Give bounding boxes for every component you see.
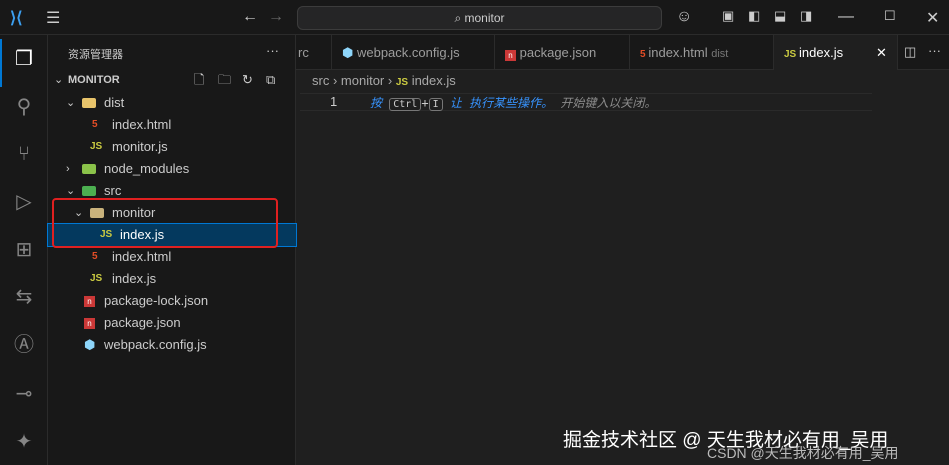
tree-file[interactable]: n package-lock.json bbox=[48, 290, 296, 312]
tab-index-html[interactable]: 5 index.html dist bbox=[630, 35, 774, 70]
npm-icon: n bbox=[84, 318, 95, 329]
tab[interactable]: rc bbox=[296, 35, 332, 70]
tree-folder-node-modules[interactable]: › node_modules bbox=[48, 158, 296, 180]
breadcrumb: src › monitor › JS index.js bbox=[312, 73, 456, 88]
run-debug-icon[interactable]: ▷ bbox=[12, 190, 36, 214]
js-icon: JS bbox=[90, 273, 103, 284]
minimize-icon[interactable]: — bbox=[838, 8, 854, 26]
copilot-icon[interactable]: ☺ bbox=[676, 8, 692, 26]
tree-file[interactable]: 5 index.html bbox=[48, 246, 296, 268]
watermark-csdn: CSDN @天生我材必有用_吴用 bbox=[707, 445, 899, 461]
search-text: monitor bbox=[464, 11, 505, 25]
explorer-sidebar: 资源管理器 ··· ⌄ MONITOR 🗋 🗀 ↻ ⧉ ⌄ dist 5 index… bbox=[47, 35, 297, 465]
close-tab-icon[interactable]: ✕ bbox=[876, 35, 887, 70]
menu-icon[interactable]: ☰ bbox=[46, 8, 60, 28]
command-search[interactable]: ⌕ monitor bbox=[297, 6, 662, 30]
webpack-icon: ⬢ bbox=[84, 337, 96, 352]
split-editor-icon[interactable]: ◫ bbox=[904, 44, 916, 60]
forward-icon[interactable]: → bbox=[268, 8, 284, 26]
explorer-icon[interactable]: ❐ bbox=[12, 47, 36, 71]
refresh-icon[interactable]: ↻ bbox=[242, 69, 253, 91]
search-icon: ⌕ bbox=[454, 11, 465, 25]
layout-icon[interactable]: ▣ bbox=[722, 8, 734, 24]
tree-file[interactable]: JS index.js bbox=[48, 268, 296, 290]
back-icon[interactable]: ← bbox=[242, 8, 258, 26]
collapse-all-icon[interactable]: ⧉ bbox=[266, 69, 275, 91]
editor-hint: 按 Ctrl + I 让 执行某些操作。 开始键入以关闭。 bbox=[370, 96, 657, 111]
html-icon: 5 bbox=[92, 251, 98, 262]
tree-file[interactable]: JS monitor.js bbox=[48, 136, 296, 158]
search-icon[interactable]: ⚲ bbox=[12, 95, 36, 119]
source-control-icon[interactable]: ⑂ bbox=[12, 142, 36, 166]
explorer-title: 资源管理器 bbox=[68, 49, 123, 61]
html-icon: 5 bbox=[92, 119, 98, 130]
more-icon[interactable]: ··· bbox=[928, 43, 941, 58]
root-folder-label: MONITOR bbox=[68, 74, 120, 86]
remote-icon[interactable]: ⇆ bbox=[12, 285, 36, 309]
tab-package-json[interactable]: n package.json bbox=[495, 35, 630, 70]
tab-index-js[interactable]: JS index.js ✕ bbox=[774, 35, 898, 70]
tree-folder-dist[interactable]: ⌄ dist bbox=[48, 92, 296, 114]
gitlens-icon[interactable]: ⊸ bbox=[12, 382, 36, 406]
aw-extension-icon[interactable]: Ⓐ bbox=[12, 333, 36, 357]
new-folder-icon[interactable]: 🗀 bbox=[218, 69, 231, 91]
tree-file[interactable]: 5 index.html bbox=[48, 114, 296, 136]
highlight-annotation bbox=[52, 198, 278, 248]
toggle-panel-icon[interactable]: ⬓ bbox=[774, 8, 786, 24]
line-number: 1 bbox=[330, 94, 338, 109]
tab-webpack-config[interactable]: ⬢ webpack.config.js bbox=[332, 35, 495, 70]
more-actions-button[interactable]: ··· bbox=[266, 43, 279, 58]
extensions-icon[interactable]: ⊞ bbox=[12, 238, 36, 262]
npm-icon: n bbox=[84, 296, 95, 307]
new-file-icon[interactable]: 🗋 bbox=[194, 69, 204, 91]
editor-tabs: rc ⬢ webpack.config.js n package.json 5 … bbox=[296, 35, 949, 70]
activity-bar: ❐ ⚲ ⑂ ▷ ⊞ ⇆ Ⓐ ⊸ ✦ bbox=[0, 35, 48, 465]
maximize-icon[interactable]: ☐ bbox=[884, 8, 896, 24]
tree-file[interactable]: ⬢ webpack.config.js bbox=[48, 334, 296, 356]
title-bar: ⟩⟨ ☰ ← → ⌕ monitor ☺ ▣ ◧ ⬓ ◨ — ☐ ✕ bbox=[0, 0, 949, 35]
js-icon: JS bbox=[90, 141, 103, 152]
close-window-icon[interactable]: ✕ bbox=[926, 8, 939, 28]
tree-file[interactable]: n package.json bbox=[48, 312, 296, 334]
toggle-secondary-icon[interactable]: ◨ bbox=[800, 8, 812, 24]
extension-icon[interactable]: ✦ bbox=[12, 430, 36, 454]
vscode-logo-icon: ⟩⟨ bbox=[10, 10, 23, 27]
root-folder-header[interactable]: ⌄ MONITOR 🗋 🗀 ↻ ⧉ bbox=[48, 69, 296, 91]
toggle-sidebar-icon[interactable]: ◧ bbox=[748, 8, 760, 24]
